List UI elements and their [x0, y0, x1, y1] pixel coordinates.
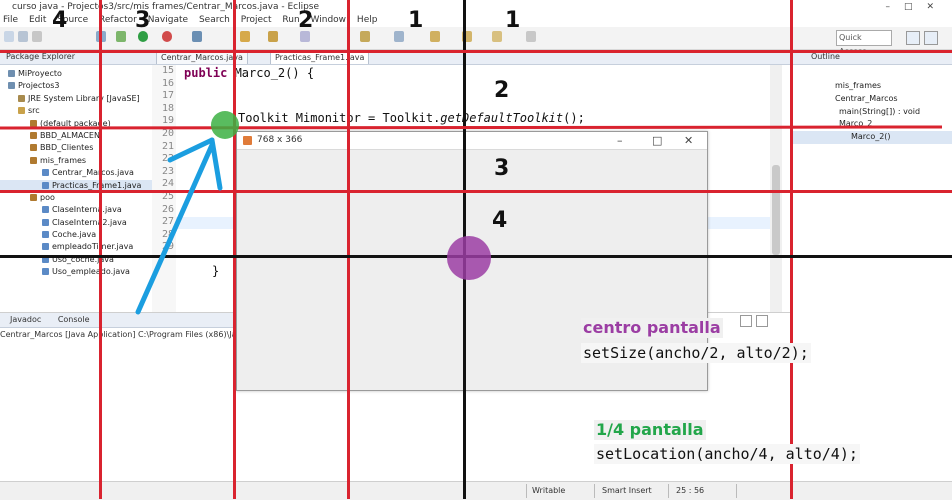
- annotation-number: 1: [408, 8, 424, 33]
- annotation-number: 1: [505, 8, 521, 33]
- annotation-number: 3: [135, 8, 151, 33]
- note-centro-pantalla: centro pantalla: [581, 318, 723, 338]
- green-dot: [211, 111, 239, 139]
- annotation-number: 2: [298, 8, 314, 33]
- annotation-number: 4: [52, 8, 68, 33]
- blue-arrow-shaft: [135, 142, 215, 315]
- annotation-number: 2: [494, 78, 510, 103]
- annotation-overlay: [135, 111, 491, 315]
- note-setlocation-code: setLocation(ancho/4, alto/4);: [594, 444, 860, 464]
- blue-arrow-head: [209, 137, 223, 191]
- note-setsize-code: setSize(ancho/2, alto/2);: [581, 343, 811, 363]
- purple-dot: [447, 236, 491, 280]
- annotation-number: 3: [494, 156, 510, 181]
- annotation-number: 4: [492, 208, 508, 233]
- note-cuarto-pantalla: 1/4 pantalla: [594, 420, 706, 440]
